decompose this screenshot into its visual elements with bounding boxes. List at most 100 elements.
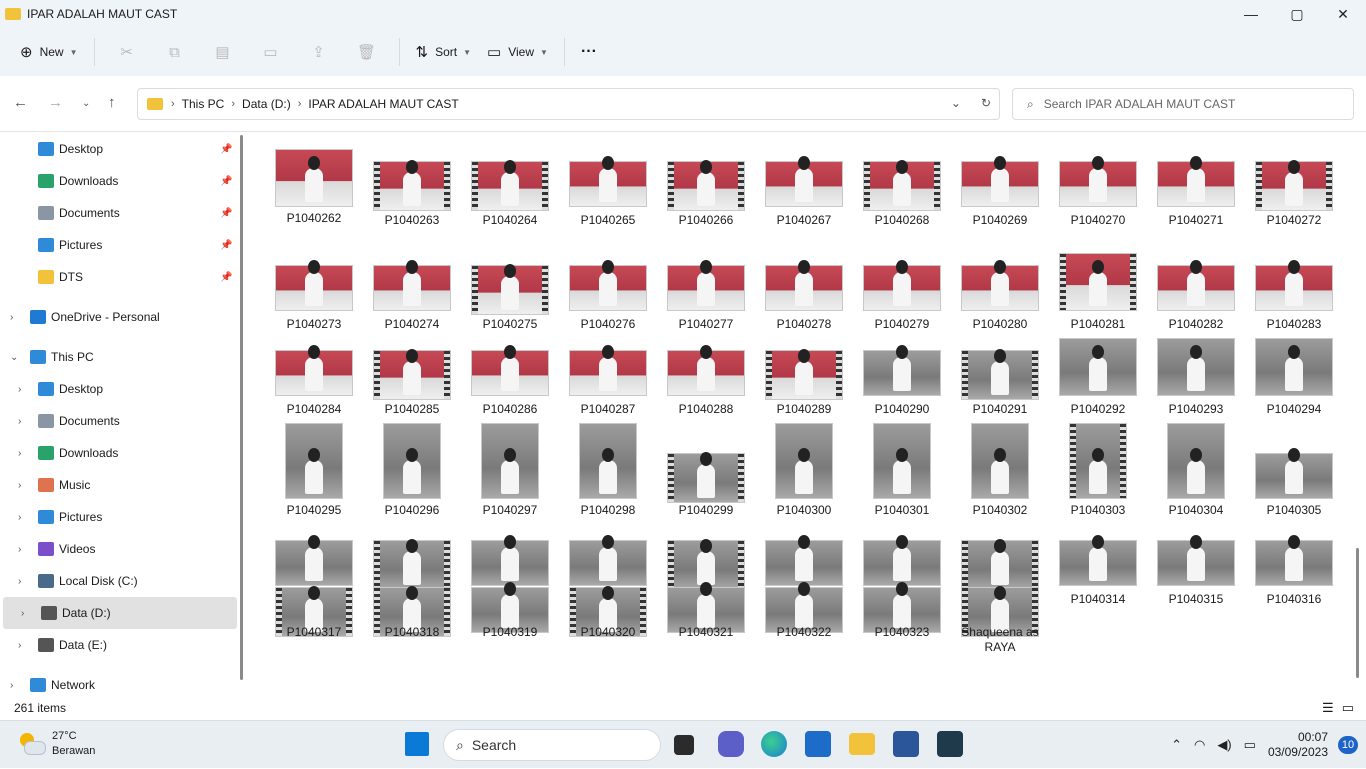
history-dropdown-icon[interactable]: ⌄ [951, 96, 961, 110]
file-item[interactable]: P1040281 [1058, 253, 1138, 337]
file-item[interactable]: P1040294 [1254, 338, 1334, 422]
file-item[interactable]: P1040322 [764, 582, 844, 681]
file-item[interactable]: P1040274 [372, 253, 452, 337]
breadcrumb-current-folder[interactable]: IPAR ADALAH MAUT CAST [303, 97, 463, 111]
details-view-icon[interactable]: ☰ [1322, 700, 1334, 716]
sidebar-item-pictures[interactable]: › Pictures [0, 501, 234, 533]
file-item[interactable]: P1040295 [274, 423, 354, 517]
sidebar-item-data-e[interactable]: › Data (E:) [0, 629, 234, 661]
taskbar-search[interactable]: ⌕ Search [443, 729, 661, 761]
sidebar-item-downloads[interactable]: › Downloads [0, 437, 234, 469]
chevron-right-icon[interactable]: › [21, 608, 24, 619]
chevron-right-icon[interactable]: › [18, 576, 21, 587]
file-item[interactable]: P1040276 [568, 253, 648, 337]
file-item[interactable]: P1040266 [666, 149, 746, 233]
chevron-right-icon[interactable]: › [18, 416, 21, 427]
file-item[interactable]: P1040321 [666, 582, 746, 681]
sort-button[interactable]: ⇅ Sort ▼ [408, 36, 480, 68]
content-scrollbar[interactable] [1356, 548, 1359, 678]
file-item[interactable]: P1040319 [470, 582, 550, 681]
sidebar-item-music[interactable]: › Music [0, 469, 234, 501]
file-item[interactable]: Shaqueena as RAYA [960, 586, 1040, 681]
sidebar-item-network[interactable]: › Network [0, 669, 234, 701]
breadcrumb-data-d[interactable]: Data (D:) [237, 97, 296, 111]
sidebar-item-desktop[interactable]: › Desktop [0, 373, 234, 405]
address-bar[interactable]: › This PC › Data (D:) › IPAR ADALAH MAUT… [137, 88, 1000, 120]
file-item[interactable]: P1040287 [568, 338, 648, 422]
chat-icon[interactable] [718, 731, 744, 757]
more-options-button[interactable]: ··· [573, 36, 605, 68]
search-box[interactable]: ⌕ Search IPAR ADALAH MAUT CAST [1012, 88, 1354, 120]
wifi-icon[interactable]: ◠ [1194, 737, 1205, 753]
view-button[interactable]: ▭ View ▼ [479, 36, 556, 68]
file-item[interactable]: P1040271 [1156, 149, 1236, 233]
file-item[interactable]: P1040304 [1156, 423, 1236, 517]
sidebar-item-data-d[interactable]: › Data (D:) [3, 597, 237, 629]
file-item[interactable]: P1040270 [1058, 149, 1138, 233]
sidebar-item-videos[interactable]: › Videos [0, 533, 234, 565]
paste-button[interactable]: ▤ [199, 36, 247, 68]
chevron-right-icon[interactable]: › [18, 480, 21, 491]
rename-button[interactable]: ▭ [247, 36, 295, 68]
large-icons-view-icon[interactable]: ▭ [1342, 700, 1354, 716]
file-item[interactable]: P1040269 [960, 149, 1040, 233]
chevron-right-icon[interactable]: › [18, 512, 21, 523]
store-icon[interactable] [805, 731, 831, 757]
breadcrumb-this-pc[interactable]: This PC [177, 97, 230, 111]
file-item[interactable]: P1040286 [470, 338, 550, 422]
file-item[interactable]: P1040316 [1254, 528, 1334, 612]
edge-browser-icon[interactable] [761, 731, 787, 757]
sidebar-item-pictures[interactable]: Pictures 📌 [0, 229, 234, 261]
sidebar-item-documents[interactable]: Documents 📌 [0, 197, 234, 229]
notification-badge[interactable]: 10 [1338, 736, 1358, 754]
file-item[interactable]: P1040320 [568, 586, 648, 681]
copy-button[interactable]: ⧉ [151, 36, 199, 68]
file-item[interactable]: P1040265 [568, 149, 648, 233]
sidebar-item-downloads[interactable]: Downloads 📌 [0, 165, 234, 197]
sidebar-scrollbar[interactable] [240, 135, 243, 680]
file-item[interactable]: P1040278 [764, 253, 844, 337]
app-icon[interactable] [937, 731, 963, 757]
sidebar-item-desktop[interactable]: Desktop 📌 [0, 133, 234, 165]
file-item[interactable]: P1040302 [960, 423, 1040, 517]
file-item[interactable]: P1040323 [862, 582, 942, 681]
file-item[interactable]: P1040299 [666, 423, 746, 517]
sidebar-item-documents[interactable]: › Documents [0, 405, 234, 437]
sidebar-item-local-disk-c[interactable]: › Local Disk (C:) [0, 565, 234, 597]
back-arrow-icon[interactable]: ← [13, 94, 28, 111]
chevron-right-icon[interactable]: › [18, 640, 21, 651]
share-button[interactable]: ⇪ [295, 36, 343, 68]
delete-button[interactable]: 🗑 [343, 36, 391, 68]
file-item[interactable]: P1040300 [764, 423, 844, 517]
file-item[interactable]: P1040298 [568, 423, 648, 517]
chevron-right-icon[interactable]: › [18, 448, 21, 459]
file-item[interactable]: P1040273 [274, 253, 354, 337]
cut-button[interactable]: ✂ [103, 36, 151, 68]
close-button[interactable]: ✕ [1320, 0, 1366, 28]
chevron-down-icon[interactable]: ⌄ [10, 352, 18, 363]
new-button[interactable]: ⊕ New ▼ [12, 36, 86, 68]
file-item[interactable]: P1040275 [470, 253, 550, 337]
minimize-button[interactable]: — [1228, 0, 1274, 28]
file-item[interactable]: P1040305 [1254, 423, 1334, 517]
file-item[interactable]: P1040317 [274, 586, 354, 681]
volume-icon[interactable]: ◀) [1217, 737, 1231, 753]
file-item[interactable]: P1040268 [862, 149, 942, 233]
file-item[interactable]: P1040292 [1058, 338, 1138, 422]
task-view-icon[interactable] [674, 735, 694, 755]
recent-chevron-icon[interactable]: ⌄ [82, 98, 90, 109]
sidebar-item-dts[interactable]: DTS 📌 [0, 261, 234, 293]
file-item[interactable]: P1040314 [1058, 528, 1138, 612]
file-item[interactable]: P1040283 [1254, 253, 1334, 337]
file-item[interactable]: P1040264 [470, 149, 550, 233]
sidebar-item-onedrive-personal[interactable]: › OneDrive - Personal [0, 301, 234, 333]
weather-widget[interactable]: 27°C Berawan [18, 729, 95, 759]
clock[interactable]: 00:07 03/09/2023 [1268, 730, 1328, 760]
chevron-right-icon[interactable]: › [10, 312, 13, 323]
file-item[interactable]: P1040279 [862, 253, 942, 337]
file-item[interactable]: P1040296 [372, 423, 452, 517]
chevron-right-icon[interactable]: › [10, 680, 13, 691]
file-item[interactable]: P1040272 [1254, 149, 1334, 233]
file-item[interactable]: P1040285 [372, 338, 452, 422]
up-arrow-icon[interactable]: ↑ [108, 94, 116, 111]
